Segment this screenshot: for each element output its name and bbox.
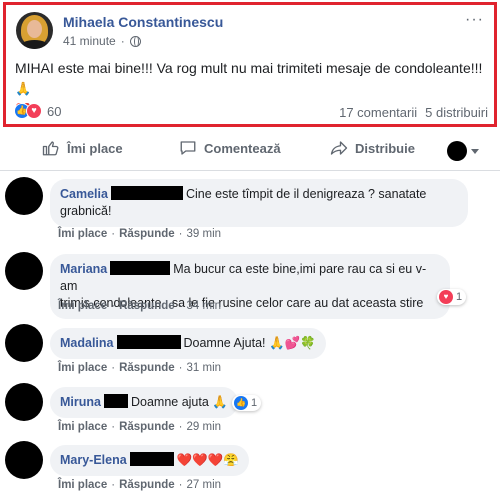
redacted-surname	[110, 261, 171, 275]
commenter-avatar[interactable]	[5, 252, 43, 290]
commenter-name[interactable]: Mary-Elena	[60, 453, 127, 467]
share-button[interactable]: Distribuie	[330, 139, 415, 157]
comment-reply-link[interactable]: Răspunde	[119, 479, 175, 491]
globe-icon	[129, 35, 141, 47]
comment-actions: Îmi place · Răspunde · 31 min	[58, 362, 222, 374]
comment-time[interactable]: 27 min	[187, 479, 222, 491]
comment-reply-link[interactable]: Răspunde	[119, 421, 175, 433]
comment-reaction-count: 1	[251, 397, 258, 409]
comment-text-cont: grabnică!	[60, 204, 112, 218]
share-button-label: Distribuie	[355, 140, 415, 156]
comment-like-link[interactable]: Îmi place	[58, 479, 107, 491]
like-button[interactable]: Îmi place	[42, 139, 123, 157]
comment-time[interactable]: 34 min	[187, 300, 222, 312]
comment-icon	[180, 141, 196, 155]
comment-text: Cine este tîmpit de il denigreaza ? sana…	[185, 187, 427, 201]
like-reaction-icon: 👍	[234, 396, 248, 410]
post-stats: 17 comentarii 5 distribuiri	[339, 105, 488, 120]
comments-count-link[interactable]: 17 comentarii	[339, 105, 417, 120]
comment-bubble: Camelia Cine este tîmpit de il denigreaza…	[50, 179, 468, 227]
post-timestamp[interactable]: 41 minute	[63, 34, 116, 48]
redacted-surname	[103, 394, 128, 408]
redacted-surname	[110, 186, 183, 200]
commenter-avatar[interactable]	[5, 441, 43, 479]
redacted-surname	[129, 452, 174, 466]
current-user-avatar	[447, 141, 467, 161]
thumbs-up-icon	[42, 141, 59, 156]
more-options-icon[interactable]: ···	[465, 11, 484, 29]
reaction-count: 60	[47, 103, 62, 119]
comment-time[interactable]: 39 min	[187, 228, 222, 240]
comment-reaction-badge[interactable]: 👍 1	[232, 395, 262, 411]
comment-bubble: Miruna Doamne ajuta 🙏	[50, 387, 238, 418]
comment-like-link[interactable]: Îmi place	[58, 362, 107, 374]
commenter-name[interactable]: Camelia	[60, 187, 108, 201]
comment-button-label: Comentează	[204, 140, 281, 156]
comment-actions: Îmi place · Răspunde · 27 min	[58, 479, 222, 491]
comment-reaction-badge[interactable]: ♥ 1	[437, 289, 467, 305]
redacted-surname	[116, 335, 181, 349]
love-reaction-icon: ♥	[439, 290, 453, 304]
comment-actions: Îmi place · Răspunde · 39 min	[58, 228, 222, 240]
comment-reply-link[interactable]: Răspunde	[119, 300, 175, 312]
comment-actions: Îmi place · Răspunde · 34 min	[58, 300, 222, 312]
comment-emoji: 🙏💕🍀	[268, 336, 316, 350]
commenter-name[interactable]: Madalina	[60, 336, 114, 350]
shares-count-link[interactable]: 5 distribuiri	[425, 105, 488, 120]
share-icon	[330, 141, 348, 155]
comment-emoji: ❤️❤️❤️😤	[176, 453, 239, 467]
commenter-avatar[interactable]	[5, 324, 43, 362]
comment-time[interactable]: 31 min	[187, 362, 222, 374]
post-meta: 41 minute ·	[63, 34, 141, 48]
reactions-summary[interactable]: 👍 ♥ 60	[14, 103, 61, 119]
post-author-name[interactable]: Mihaela Constantinescu	[63, 14, 223, 30]
post-body: MIHAI este mai bine!!! Va rog mult nu ma…	[15, 60, 483, 76]
comment-bubble: Madalina Doamne Ajuta! 🙏💕🍀	[50, 328, 326, 359]
comment-reply-link[interactable]: Răspunde	[119, 228, 175, 240]
post-as-selector[interactable]	[447, 141, 479, 161]
comment-like-link[interactable]: Îmi place	[58, 421, 107, 433]
highlighted-post: Mihaela Constantinescu 41 minute · ··· M…	[3, 2, 497, 127]
comment-time[interactable]: 29 min	[187, 421, 222, 433]
comment-reply-link[interactable]: Răspunde	[119, 362, 175, 374]
love-reaction-icon: ♥	[26, 103, 42, 119]
comment-text: Doamne Ajuta!	[183, 336, 266, 350]
comment-like-link[interactable]: Îmi place	[58, 228, 107, 240]
commenter-avatar[interactable]	[5, 177, 43, 215]
commenter-avatar[interactable]	[5, 383, 43, 421]
comment-actions: Îmi place · Răspunde · 29 min	[58, 421, 222, 433]
comment-text: Doamne ajuta	[130, 395, 209, 409]
like-button-label: Îmi place	[67, 140, 123, 156]
comment-emoji: 🙏	[212, 395, 228, 409]
author-avatar[interactable]	[16, 12, 53, 49]
meta-separator: ·	[120, 34, 125, 48]
comment-like-link[interactable]: Îmi place	[58, 300, 107, 312]
comment-bubble: Mary-Elena ❤️❤️❤️😤	[50, 445, 249, 476]
commenter-name[interactable]: Mariana	[60, 262, 107, 276]
post-action-bar: Îmi place Comentează Distribuie	[0, 131, 500, 171]
comment-reaction-count: 1	[456, 291, 463, 303]
pray-emoji: 🙏	[15, 81, 32, 96]
comment-button[interactable]: Comentează	[179, 139, 281, 157]
caret-down-icon	[471, 148, 479, 154]
commenter-name[interactable]: Miruna	[60, 395, 101, 409]
